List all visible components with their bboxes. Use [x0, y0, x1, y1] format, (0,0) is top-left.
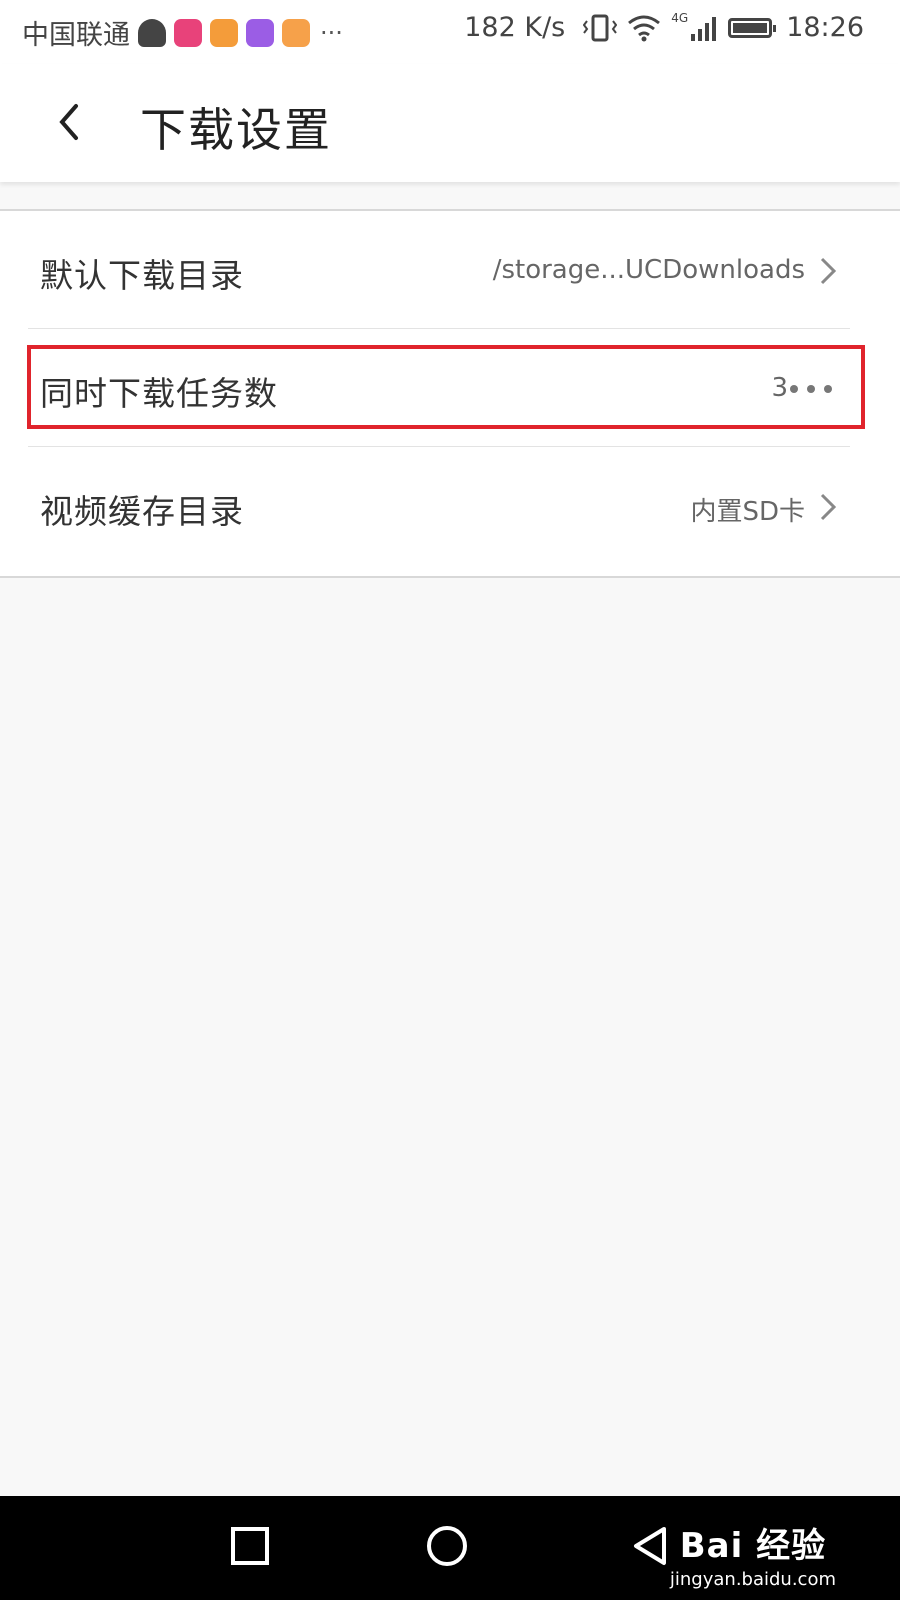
vibrate-icon	[583, 14, 618, 41]
back-triangle-icon[interactable]	[628, 1524, 674, 1570]
setting-label: 默认下载目录	[40, 256, 244, 295]
watermark-brand: Bai 经验	[679, 1526, 827, 1566]
signal-icon	[691, 16, 717, 41]
clock: 18:26	[786, 12, 864, 43]
notification-icon-app5	[282, 18, 310, 47]
setting-label: 视频缓存目录	[40, 492, 244, 531]
status-bar-right: 182 K/s 4G 18:26	[464, 10, 864, 44]
watermark-url: jingyan.baidu.com	[669, 1569, 836, 1590]
baidu-jingyan-watermark: Bai 经验 jingyan.baidu.com	[670, 1518, 836, 1590]
status-bar: 中国联通 ··· 182 K/s 4G 18:26	[0, 0, 900, 64]
wifi-icon	[628, 15, 661, 41]
network-speed: 182 K/s	[464, 12, 566, 43]
notification-icon-app4	[246, 18, 274, 47]
navigation-bar: Bai 经验 jingyan.baidu.com	[0, 1496, 900, 1600]
highlight-box	[27, 345, 865, 429]
back-arrow-icon[interactable]	[48, 92, 88, 152]
page-title: 下载设置	[140, 103, 332, 157]
network-type-label: 4G	[671, 10, 689, 25]
setting-default-download-dir[interactable]: 默认下载目录 /storage...UCDownloads	[0, 211, 900, 329]
setting-value: 内置SD卡	[690, 497, 805, 527]
chevron-right-icon	[820, 493, 837, 521]
chevron-right-icon	[820, 257, 837, 285]
status-bar-left: 中国联通 ···	[22, 13, 343, 52]
home-circle-icon[interactable]	[425, 1524, 471, 1570]
setting-value: /storage...UCDownloads	[492, 255, 805, 285]
notification-icon-app3	[210, 18, 238, 47]
setting-video-cache-dir[interactable]: 视频缓存目录 内置SD卡	[0, 447, 900, 565]
app-header: 下载设置	[0, 64, 900, 182]
notification-icon-app2	[174, 18, 202, 47]
recents-square-icon[interactable]	[228, 1524, 274, 1570]
more-notifications-icon: ···	[320, 18, 343, 47]
battery-icon	[728, 17, 777, 38]
carrier-name: 中国联通	[22, 20, 130, 51]
notification-icon-app1	[138, 18, 166, 47]
